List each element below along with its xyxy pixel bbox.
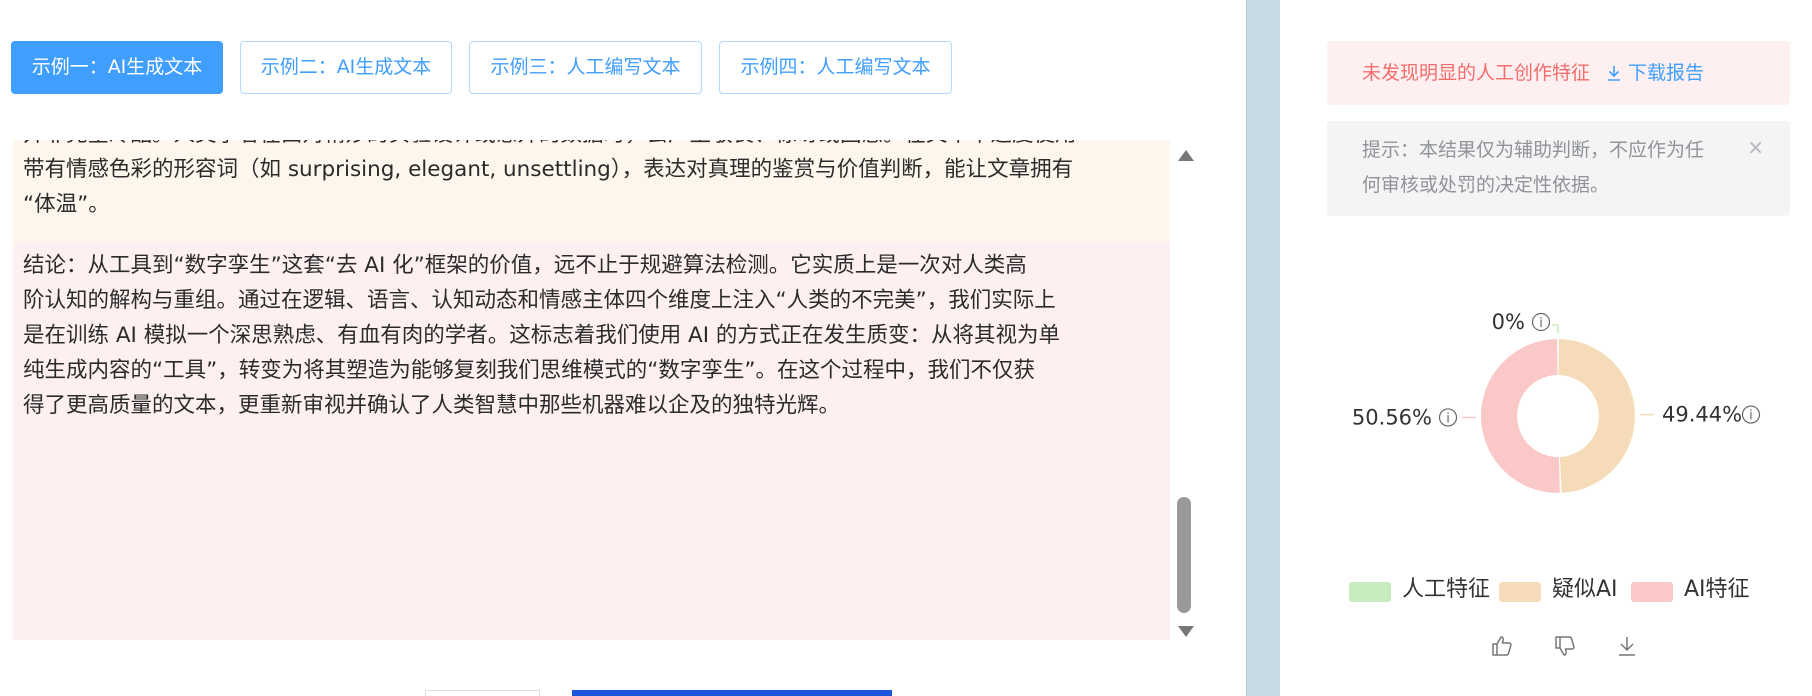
slice-value-label: 0% — [1492, 310, 1525, 334]
slice-value-label: 50.56% — [1352, 405, 1432, 429]
scrollbar-thumb[interactable] — [1177, 497, 1191, 613]
info-icon-glyph: i — [1446, 411, 1450, 426]
feature-donut-chart: 0% i 49.44% i 50.56% i — [1352, 310, 1761, 493]
result-message: 未发现明显的人工创作特征 — [1362, 62, 1591, 84]
legend-swatch — [1349, 582, 1391, 602]
paragraph-suspected-ai: 并非完全冷酷。人类学者在面对精妙的实验设计或意外的数据时，会产生敬畏、惊讶或困惑… — [13, 140, 1170, 244]
scroll-down-arrow-icon[interactable] — [1178, 626, 1194, 637]
text-line: 纯生成内容的“工具”，转变为将其塑造为能够复刻我们思维模式的“数字孪生”。在这个… — [23, 358, 1036, 383]
legend-item-human[interactable]: 人工特征 — [1349, 575, 1491, 605]
tip-alert: 提示：本结果仅为辅助判断，不应作为任 何审核或处罚的决定性依据。 × — [1327, 121, 1790, 216]
text-line: 得了更高质量的文本，更重新审视并确认了人类智慧中那些机器难以企及的独特光辉。 — [23, 393, 841, 418]
tip-line: 何审核或处罚的决定性依据。 — [1362, 174, 1610, 196]
result-alert: 未发现明显的人工创作特征 下载报告 — [1327, 41, 1790, 105]
tab-example-2[interactable]: 示例二：AI生成文本 — [240, 41, 452, 94]
donut-slice[interactable] — [1558, 339, 1636, 493]
panel-resize-divider[interactable] — [1246, 0, 1280, 696]
legend-swatch — [1631, 582, 1673, 602]
analysis-text-panel: 并非完全冷酷。人类学者在面对精妙的实验设计或意外的数据时，会产生敬畏、惊讶或困惑… — [13, 140, 1170, 640]
text-line: 并非完全冷酷。人类学者在面对精妙的实验设计或意外的数据时，会产生敬畏、惊讶或困惑… — [23, 140, 1160, 152]
text-line: 是在训练 AI 模拟一个深思熟虑、有血有肉的学者。这标志着我们使用 AI 的方式… — [23, 323, 1060, 348]
legend-label: 疑似AI — [1552, 577, 1618, 602]
tab-example-1[interactable]: 示例一：AI生成文本 — [11, 41, 223, 94]
bottom-primary-button[interactable] — [572, 690, 892, 696]
legend-label: AI特征 — [1684, 577, 1750, 602]
legend-label: 人工特征 — [1402, 577, 1491, 602]
donut-slice[interactable] — [1481, 339, 1560, 493]
info-icon-glyph: i — [1749, 409, 1753, 424]
bottom-secondary-button[interactable] — [425, 690, 540, 696]
legend-item-suspected-ai[interactable]: 疑似AI — [1499, 575, 1624, 605]
legend-item-ai[interactable]: AI特征 — [1631, 575, 1761, 605]
tab-example-3[interactable]: 示例三：人工编写文本 — [469, 41, 702, 94]
scroll-up-arrow-icon[interactable] — [1178, 150, 1194, 161]
legend-swatch — [1499, 582, 1541, 602]
download-icon — [1606, 41, 1622, 105]
info-icon-glyph: i — [1539, 316, 1543, 331]
thumbs-up-icon[interactable] — [1490, 634, 1516, 660]
tip-line: 提示：本结果仅为辅助判断，不应作为任 — [1362, 139, 1705, 161]
text-line: 带有情感色彩的形容词（如 surprising, elegant, unsett… — [23, 157, 1074, 182]
text-line: 结论：从工具到“数字孪生”这套“去 AI 化”框架的价值，远不止于规避算法检测。… — [23, 253, 1027, 278]
download-icon[interactable] — [1615, 634, 1641, 660]
text-line: “体温”。 — [23, 192, 110, 217]
slice-value-label: 49.44% — [1662, 403, 1742, 427]
tab-example-4[interactable]: 示例四：人工编写文本 — [719, 41, 952, 94]
paragraph-ai-feature: 结论：从工具到“数字孪生”这套“去 AI 化”框架的价值，远不止于规避算法检测。… — [13, 242, 1170, 640]
leader-line — [1552, 324, 1559, 333]
close-icon[interactable]: × — [1747, 137, 1764, 157]
text-line: 阶认知的解构与重组。通过在逻辑、语言、认知动态和情感主体四个维度上注入“人类的不… — [23, 288, 1056, 313]
download-report-label: 下载报告 — [1628, 62, 1705, 84]
download-report-link[interactable]: 下载报告 — [1606, 62, 1704, 84]
thumbs-down-icon[interactable] — [1553, 634, 1579, 660]
feedback-actions — [1490, 634, 1640, 660]
